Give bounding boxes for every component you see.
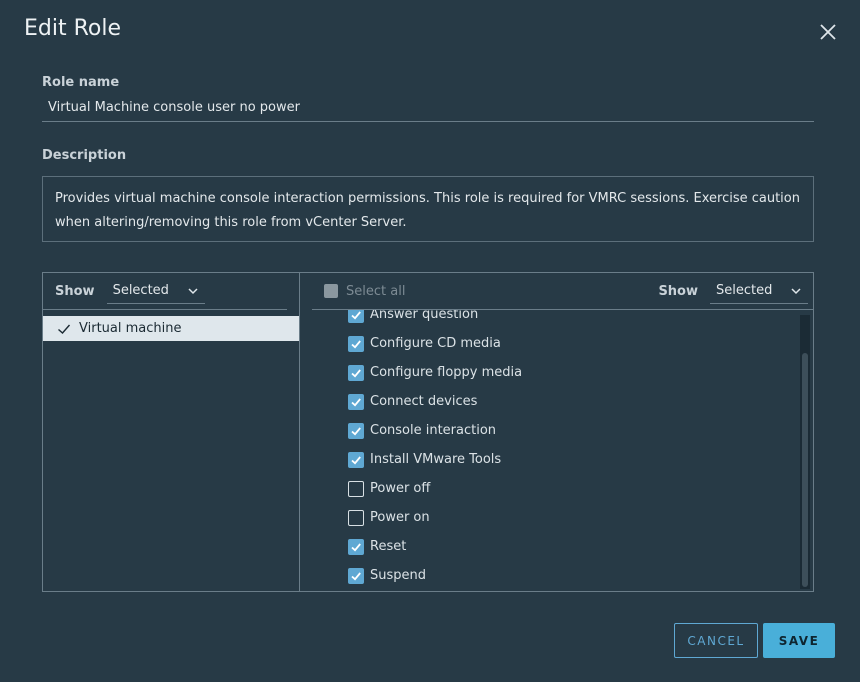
category-show-value: Selected <box>112 283 169 298</box>
privilege-label: Install VMware Tools <box>370 452 502 467</box>
check-icon <box>351 542 361 551</box>
privilege-row[interactable]: Configure floppy media <box>300 358 800 387</box>
check-icon <box>351 368 361 377</box>
privilege-row[interactable]: Configure CD media <box>300 329 800 358</box>
select-all-label: Select all <box>346 283 406 299</box>
privilege-checkbox[interactable] <box>348 335 364 352</box>
category-show-label: Show <box>55 283 95 299</box>
check-icon <box>351 571 361 580</box>
check-icon <box>351 397 361 406</box>
privilege-show-select[interactable]: Selected <box>710 278 808 304</box>
category-show-filter: Show Selected <box>55 273 205 309</box>
save-button[interactable]: SAVE <box>763 623 835 658</box>
category-pane: Show Selected Virtual machine <box>43 273 300 591</box>
dialog-title: Edit Role <box>24 16 122 41</box>
privilege-checkbox[interactable] <box>348 310 364 323</box>
cancel-button[interactable]: CANCEL <box>674 623 758 658</box>
check-icon <box>351 426 361 435</box>
privilege-checkbox[interactable] <box>348 567 364 584</box>
privilege-show-value: Selected <box>716 283 773 298</box>
description-label: Description <box>42 148 127 163</box>
privilege-checkbox[interactable] <box>348 509 364 526</box>
privilege-row[interactable]: Install VMware Tools <box>300 445 800 474</box>
role-name-input[interactable] <box>42 94 826 120</box>
select-all-checkbox[interactable] <box>324 284 338 298</box>
category-item-virtual-machine[interactable]: Virtual machine <box>43 316 299 341</box>
privilege-label: Answer question <box>370 310 479 322</box>
privilege-row[interactable]: Suspend <box>300 561 800 590</box>
divider <box>43 309 287 310</box>
privilege-scrollbar[interactable] <box>800 315 810 589</box>
privilege-label: Reset <box>370 539 407 554</box>
privilege-label: Power on <box>370 510 430 525</box>
privilege-checkbox[interactable] <box>348 393 364 410</box>
check-icon <box>351 339 361 348</box>
privilege-label: Console interaction <box>370 423 497 438</box>
privilege-list-viewport: Answer question Configure CD media Configu… <box>300 310 800 591</box>
privileges-panel: Show Selected Virtual machine Select all… <box>42 272 814 592</box>
privilege-label: Connect devices <box>370 394 478 409</box>
check-icon <box>351 455 361 464</box>
role-name-label: Role name <box>42 75 120 90</box>
privilege-pane: Select all Show Selected Answer question… <box>300 273 813 591</box>
scrollbar-thumb[interactable] <box>802 353 808 587</box>
privilege-checkbox[interactable] <box>348 364 364 381</box>
privilege-label: Suspend <box>370 568 427 583</box>
check-icon <box>351 310 361 319</box>
privilege-row[interactable]: Console interaction <box>300 416 800 445</box>
privilege-row[interactable]: Connect devices <box>300 387 800 416</box>
privilege-show-label: Show <box>658 283 698 299</box>
close-icon[interactable] <box>818 22 838 42</box>
privilege-checkbox[interactable] <box>348 538 364 555</box>
description-textarea[interactable]: Provides virtual machine console interac… <box>42 176 814 242</box>
privilege-row[interactable]: Power on <box>300 503 800 532</box>
privilege-header: Select all Show Selected <box>324 273 808 309</box>
privilege-label: Configure CD media <box>370 336 501 351</box>
privilege-checkbox[interactable] <box>348 422 364 439</box>
chevron-down-icon <box>791 288 801 295</box>
privilege-row[interactable]: Reset <box>300 532 800 561</box>
category-show-select[interactable]: Selected <box>106 278 205 304</box>
category-item-label: Virtual machine <box>79 321 182 336</box>
chevron-down-icon <box>188 288 198 295</box>
privilege-row[interactable]: Answer question <box>300 310 800 329</box>
privilege-label: Power off <box>370 481 431 496</box>
check-icon <box>58 324 71 334</box>
privilege-list: Answer question Configure CD media Configu… <box>300 310 800 590</box>
privilege-row[interactable]: Power off <box>300 474 800 503</box>
privilege-checkbox[interactable] <box>348 451 364 468</box>
role-name-field-wrapper <box>42 94 826 122</box>
privilege-label: Configure floppy media <box>370 365 523 380</box>
privilege-checkbox[interactable] <box>348 480 364 497</box>
